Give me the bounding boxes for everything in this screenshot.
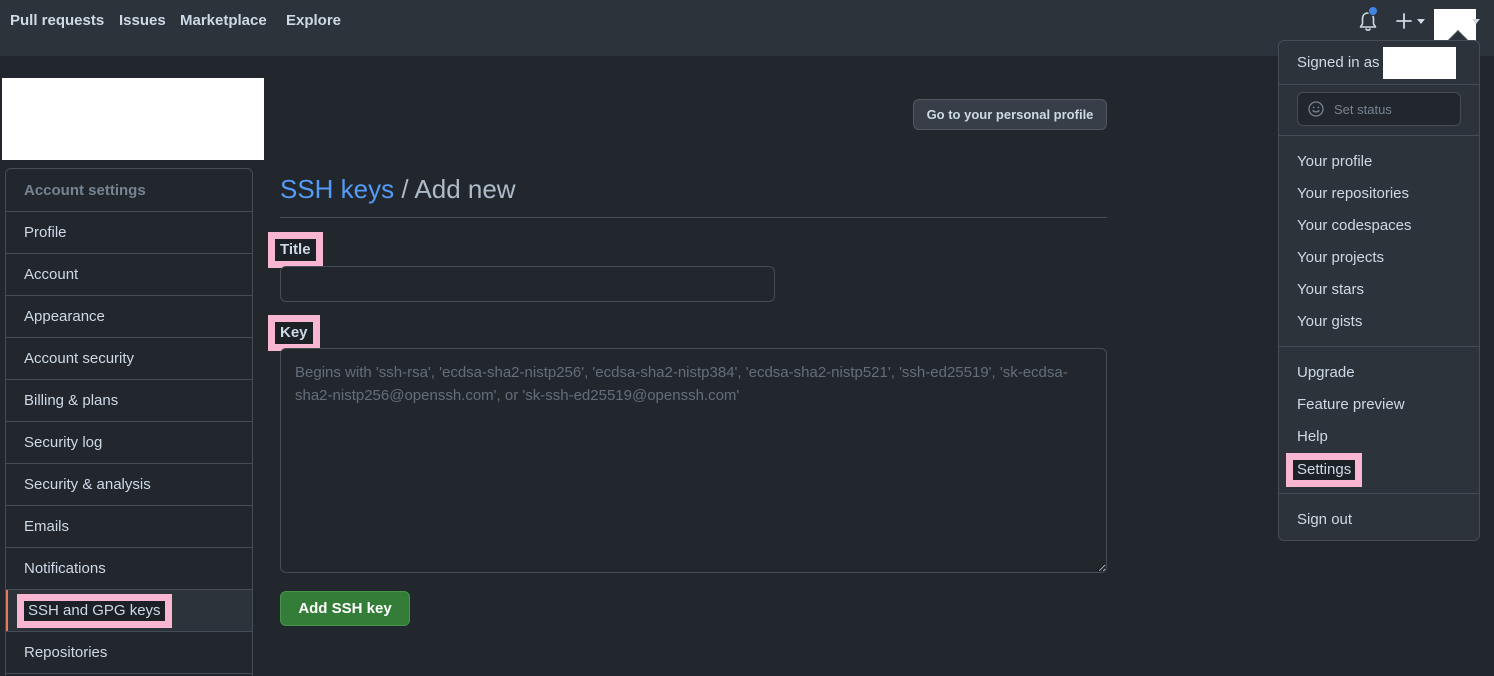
sidebar-item-label: Security & analysis	[24, 476, 151, 493]
menu-your-projects[interactable]: Your projects	[1297, 249, 1384, 266]
key-textarea[interactable]	[280, 348, 1107, 573]
create-new-button[interactable]	[1395, 10, 1429, 32]
settings-sidebar: Account settings Profile Account Appeara…	[5, 168, 253, 676]
notification-indicator	[1368, 6, 1378, 16]
user-dropdown-menu: Signed in as Set status Your profile You…	[1278, 40, 1480, 541]
sidebar-item-label: Account	[24, 266, 79, 283]
dropdown-divider	[1279, 346, 1479, 347]
go-to-profile-button[interactable]: Go to your personal profile	[913, 99, 1107, 130]
sidebar-heading: Account settings	[6, 169, 252, 212]
sidebar-item-label: SSH and GPG keys	[17, 594, 172, 628]
breadcrumb-separator: /	[394, 174, 415, 204]
set-status-label: Set status	[1334, 102, 1392, 117]
smiley-icon	[1308, 101, 1324, 117]
signed-in-username	[1383, 47, 1456, 79]
top-header: Pull requests Issues Marketplace Explore	[0, 0, 1494, 56]
sidebar-item-label: Billing & plans	[24, 392, 119, 409]
sidebar-item-emails[interactable]: Emails	[6, 506, 252, 548]
nav-issues[interactable]: Issues	[119, 12, 166, 29]
sidebar-item-label: Account security	[24, 350, 135, 367]
breadcrumb-ssh-keys[interactable]: SSH keys	[280, 174, 394, 204]
sidebar-item-label: Emails	[24, 518, 70, 535]
title-divider	[280, 217, 1107, 218]
title-field-label: Title	[268, 232, 323, 268]
menu-settings[interactable]: Settings	[1285, 453, 1363, 487]
title-input[interactable]	[280, 266, 775, 302]
signed-in-label: Signed in as	[1297, 54, 1380, 71]
page-title-text: Add new	[414, 174, 516, 204]
sidebar-item-label: Notifications	[24, 560, 106, 577]
sidebar-item-label: Security log	[24, 434, 103, 451]
menu-sign-out[interactable]: Sign out	[1297, 511, 1352, 528]
sidebar-item-profile[interactable]: Profile	[6, 212, 252, 254]
sidebar-item-appearance[interactable]: Appearance	[6, 296, 252, 338]
sidebar-item-notifications[interactable]: Notifications	[6, 548, 252, 590]
set-status-button[interactable]: Set status	[1297, 92, 1461, 126]
menu-help[interactable]: Help	[1297, 428, 1328, 445]
sidebar-item-ssh-gpg-keys[interactable]: SSH and GPG keys	[6, 590, 252, 632]
sidebar-item-security-log[interactable]: Security log	[6, 422, 252, 464]
menu-your-codespaces[interactable]: Your codespaces	[1297, 217, 1412, 234]
sidebar-item-label: Appearance	[24, 308, 105, 325]
page-title: SSH keys / Add new	[280, 174, 516, 205]
key-field-label: Key	[268, 315, 320, 351]
nav-pull-requests[interactable]: Pull requests	[10, 12, 104, 29]
add-ssh-key-button[interactable]: Add SSH key	[280, 591, 410, 626]
menu-your-gists[interactable]: Your gists	[1297, 313, 1362, 330]
sidebar-item-account-security[interactable]: Account security	[6, 338, 252, 380]
dropdown-divider	[1279, 135, 1479, 136]
nav-explore[interactable]: Explore	[286, 12, 341, 29]
profile-identity-block	[2, 78, 264, 160]
sidebar-item-billing[interactable]: Billing & plans	[6, 380, 252, 422]
menu-your-stars[interactable]: Your stars	[1297, 281, 1364, 298]
sidebar-item-repositories[interactable]: Repositories	[6, 632, 252, 674]
dropdown-divider	[1279, 493, 1479, 494]
sidebar-item-label: Repositories	[24, 644, 108, 661]
menu-your-profile[interactable]: Your profile	[1297, 153, 1372, 170]
sidebar-item-label: Profile	[24, 224, 67, 241]
chevron-down-icon	[1472, 19, 1480, 24]
nav-marketplace[interactable]: Marketplace	[180, 12, 267, 29]
menu-your-repositories[interactable]: Your repositories	[1297, 185, 1409, 202]
sidebar-item-account[interactable]: Account	[6, 254, 252, 296]
menu-feature-preview[interactable]: Feature preview	[1297, 396, 1405, 413]
sidebar-item-security-analysis[interactable]: Security & analysis	[6, 464, 252, 506]
dropdown-divider	[1279, 84, 1479, 85]
menu-upgrade[interactable]: Upgrade	[1297, 364, 1355, 381]
